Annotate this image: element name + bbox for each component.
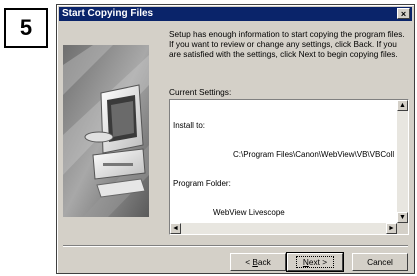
separator-line xyxy=(63,245,408,247)
vertical-scrollbar[interactable]: ▲ ▼ xyxy=(397,100,408,223)
scroll-right-button[interactable]: ► xyxy=(386,223,397,234)
scroll-down-button[interactable]: ▼ xyxy=(397,212,408,223)
scroll-up-button[interactable]: ▲ xyxy=(397,100,408,111)
next-focus-rect: Next > xyxy=(295,256,335,268)
scrollbar-corner xyxy=(397,223,408,234)
step-number: 5 xyxy=(19,15,33,40)
cancel-label: Cancel xyxy=(367,257,393,267)
install-path: C:\Program Files\Canon\WebView\VB\VBColl… xyxy=(233,149,394,159)
next-label-rest: ext > xyxy=(308,257,328,267)
arrow-left-icon: ◄ xyxy=(172,225,179,232)
arrow-right-icon: ► xyxy=(388,225,395,232)
install-to-label: Install to: xyxy=(173,121,206,131)
close-icon: × xyxy=(400,9,407,19)
cancel-button[interactable]: Cancel xyxy=(352,253,408,271)
close-button[interactable]: × xyxy=(397,8,410,19)
computer-illustration-icon xyxy=(63,45,149,217)
arrow-down-icon: ▼ xyxy=(399,214,406,221)
setup-dialog: Start Copying Files × Setup has enough i… xyxy=(56,4,415,274)
back-button[interactable]: < Back xyxy=(230,253,286,271)
current-settings-textbox[interactable]: Install to: C:\Program Files\Canon\WebVi… xyxy=(169,99,409,235)
intro-text: Setup has enough information to start co… xyxy=(169,29,405,59)
program-folder-label: Program Folder: xyxy=(173,178,231,188)
window-title: Start Copying Files xyxy=(62,8,154,19)
scroll-left-button[interactable]: ◄ xyxy=(170,223,181,234)
horizontal-scrollbar[interactable]: ◄ ► xyxy=(170,223,397,234)
current-settings-content: Install to: C:\Program Files\Canon\WebVi… xyxy=(173,102,394,221)
setup-illustration xyxy=(63,45,149,217)
back-label-rest: ack xyxy=(257,257,271,267)
program-folder-value: WebView Livescope xyxy=(213,207,285,217)
next-button[interactable]: Next > xyxy=(286,252,344,272)
title-bar[interactable]: Start Copying Files × xyxy=(59,7,412,21)
step-number-badge: 5 xyxy=(4,8,48,48)
arrow-up-icon: ▲ xyxy=(399,102,406,109)
current-settings-label: Current Settings: xyxy=(169,87,232,97)
